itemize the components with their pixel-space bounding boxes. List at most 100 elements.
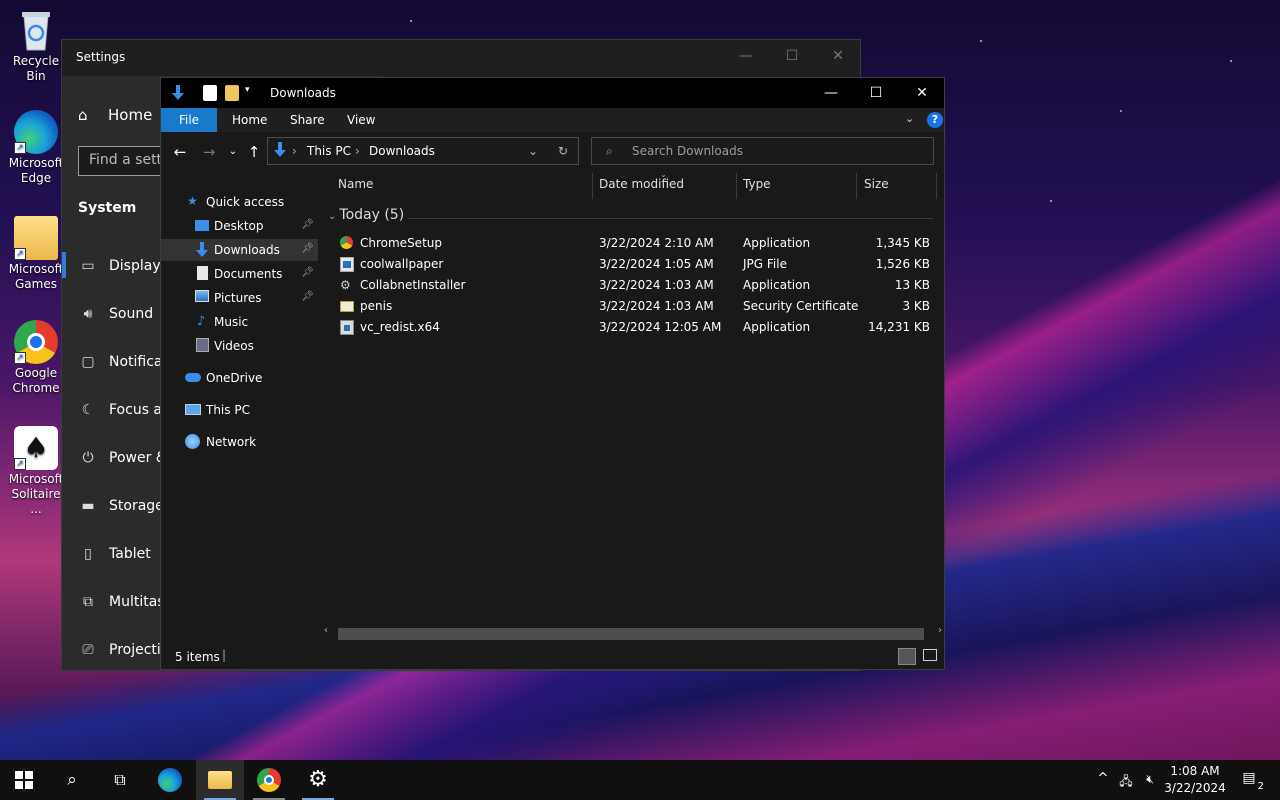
breadcrumb-downloads[interactable]: Downloads — [369, 144, 435, 158]
start-button[interactable] — [0, 760, 48, 800]
refresh-icon[interactable]: ↻ — [558, 144, 568, 158]
file-row[interactable]: coolwallpaper 3/22/2024 1:05 AM JPG File… — [318, 254, 944, 275]
search-button[interactable]: ⌕ — [48, 760, 96, 800]
action-center-button[interactable]: ▤ 2 — [1234, 770, 1264, 792]
tab-home[interactable]: Home — [219, 108, 280, 132]
explorer-window[interactable]: ▾ Downloads — ☐ ✕ File Home Share View ⌄… — [160, 77, 945, 670]
address-dropdown-icon[interactable]: ⌄ — [528, 144, 538, 158]
column-divider[interactable] — [592, 173, 593, 199]
forward-icon[interactable]: → — [199, 142, 219, 162]
clock-date: 3/22/2024 — [1164, 781, 1226, 795]
column-header-name[interactable]: Name — [338, 177, 373, 191]
file-size: 1,526 KB — [875, 257, 930, 271]
address-bar[interactable]: › This PC › Downloads ⌄ ↻ — [267, 137, 579, 165]
column-divider[interactable] — [856, 173, 857, 199]
file-row[interactable]: ChromeSetup 3/22/2024 2:10 AM Applicatio… — [318, 233, 944, 254]
column-header-type[interactable]: Type — [743, 177, 771, 191]
taskbar-edge[interactable] — [146, 760, 194, 800]
desktop-icon-label: Google Chrome — [12, 366, 60, 395]
group-divider — [408, 218, 933, 219]
desktop-icon-edge[interactable]: ↗ Microsoft Edge — [4, 110, 68, 186]
storage-icon: ▬ — [81, 498, 95, 514]
column-divider[interactable] — [936, 173, 937, 199]
settings-nav-tablet[interactable]: ▯ Tablet — [78, 546, 151, 562]
group-header[interactable]: ⌄ Today (5) — [328, 207, 933, 223]
breadcrumb-this-pc[interactable]: This PC — [307, 144, 351, 158]
expand-ribbon-icon[interactable]: ⌄ — [905, 112, 914, 125]
scrollbar-thumb[interactable] — [338, 628, 924, 640]
column-header-size[interactable]: Size — [864, 177, 889, 191]
new-folder-icon[interactable] — [225, 85, 239, 101]
minimize-icon[interactable]: — — [736, 48, 756, 68]
nav-desktop[interactable]: Desktop 📌︎ — [161, 215, 318, 237]
maximize-icon[interactable]: ☐ — [853, 78, 899, 108]
nav-label: Desktop — [214, 219, 264, 233]
up-icon[interactable]: ↑ — [244, 142, 264, 162]
nav-downloads[interactable]: Downloads 📌︎ — [161, 239, 318, 261]
column-divider[interactable] — [736, 173, 737, 199]
file-name: penis — [360, 299, 393, 313]
horizontal-scrollbar[interactable]: ‹ › — [324, 625, 942, 640]
network-status-icon[interactable]: 🖧︎ — [1116, 772, 1136, 792]
close-icon[interactable]: ✕ — [828, 48, 848, 68]
taskbar-settings[interactable]: ⚙ — [294, 760, 342, 800]
maximize-icon[interactable]: ☐ — [782, 48, 802, 68]
tab-share[interactable]: Share — [277, 108, 338, 132]
nav-label: Display — [109, 258, 161, 274]
nav-onedrive[interactable]: OneDrive — [161, 367, 318, 389]
tab-view[interactable]: View — [334, 108, 388, 132]
details-view-icon[interactable] — [898, 648, 916, 665]
tab-file[interactable]: File — [161, 108, 217, 132]
settings-nav-storage[interactable]: ▬ Storage — [78, 498, 163, 514]
scroll-right-icon[interactable]: › — [938, 625, 942, 636]
power-icon: ⏻ — [82, 450, 94, 466]
group-label: Today (5) — [339, 207, 405, 223]
search-input[interactable]: ⌕ Search Downloads — [591, 137, 934, 165]
nav-label: Pictures — [214, 291, 262, 305]
file-row[interactable]: vc_redist.x64 3/22/2024 12:05 AM Applica… — [318, 317, 944, 338]
nav-network[interactable]: Network — [161, 431, 318, 453]
nav-documents[interactable]: Documents 📌︎ — [161, 263, 318, 285]
nav-this-pc[interactable]: This PC — [161, 399, 318, 421]
ribbon: File Home Share View ⌄ ? — [161, 108, 944, 132]
desktop-icon-solitaire[interactable]: ♠ ↗ Microsoft Solitaire ... — [4, 426, 68, 517]
notification-count: 2 — [1257, 781, 1264, 792]
home-icon: ⌂ — [78, 106, 88, 124]
desktop-icon-label: Microsoft Solitaire ... — [8, 472, 64, 516]
file-date: 3/22/2024 1:03 AM — [599, 299, 714, 313]
volume-muted-icon[interactable]: 🔇︎ — [1140, 772, 1160, 792]
settings-home-link[interactable]: ⌂ Home — [78, 106, 152, 124]
task-view-button[interactable]: ⧉ — [96, 760, 144, 800]
properties-icon[interactable] — [203, 85, 217, 101]
desktop-icon-recycle-bin[interactable]: Recycle Bin — [4, 8, 68, 84]
close-icon[interactable]: ✕ — [899, 78, 945, 108]
file-list[interactable]: Name Date modified ⌄ Type Size ⌄ Today (5… — [318, 170, 944, 645]
nav-quick-access[interactable]: ★ Quick access — [161, 191, 318, 213]
large-icons-view-icon[interactable] — [923, 649, 937, 661]
desktop-icon-chrome[interactable]: ↗ Google Chrome — [4, 320, 68, 396]
file-row[interactable]: ⚙ CollabnetInstaller 3/22/2024 1:03 AM A… — [318, 275, 944, 296]
clock[interactable]: 1:08 AM 3/22/2024 — [1164, 764, 1226, 798]
taskbar-file-explorer[interactable] — [196, 760, 244, 800]
customize-qat-icon[interactable]: ▾ — [245, 85, 255, 101]
scroll-left-icon[interactable]: ‹ — [324, 625, 328, 636]
column-header-date[interactable]: Date modified — [599, 177, 684, 191]
image-file-icon — [340, 257, 354, 272]
explorer-titlebar[interactable]: ▾ Downloads — ☐ ✕ — [161, 78, 944, 108]
nav-pictures[interactable]: Pictures 📌︎ — [161, 287, 318, 309]
recent-locations-icon[interactable]: ⌄ — [223, 142, 243, 162]
settings-titlebar[interactable]: Settings — ☐ ✕ — [62, 40, 860, 76]
taskbar-chrome[interactable] — [245, 760, 293, 800]
videos-icon — [196, 338, 209, 352]
back-icon[interactable]: ← — [170, 142, 190, 162]
file-row[interactable]: penis 3/22/2024 1:03 AM Security Certifi… — [318, 296, 944, 317]
nav-videos[interactable]: Videos — [161, 335, 318, 357]
minimize-icon[interactable]: — — [808, 78, 854, 108]
help-icon[interactable]: ? — [927, 112, 943, 128]
show-hidden-icons[interactable]: ^ — [1094, 771, 1112, 791]
desktop-icon-label: Microsoft Games — [8, 262, 64, 291]
settings-nav-sound[interactable]: 🔊︎ Sound — [78, 306, 154, 322]
nav-music[interactable]: ♪ Music — [161, 311, 318, 333]
settings-nav-display[interactable]: ▭ Display — [78, 258, 161, 274]
desktop-icon-games[interactable]: ↗ Microsoft Games — [4, 216, 68, 292]
